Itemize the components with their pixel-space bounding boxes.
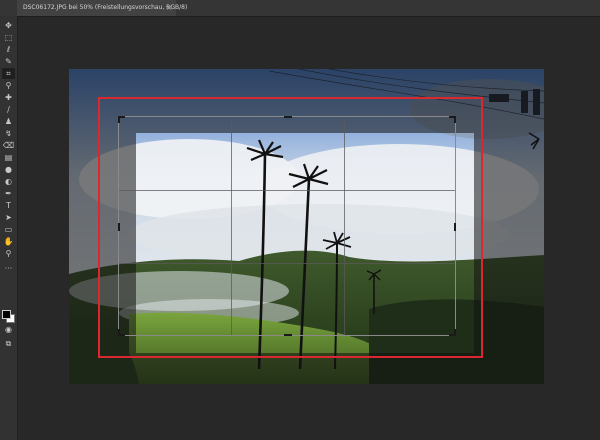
lasso-tool-icon[interactable]: ℓ (2, 44, 15, 55)
foreground-color-swatch[interactable] (2, 310, 11, 319)
gradient-tool-icon[interactable]: ▤ (2, 152, 15, 163)
quick-mask-icon[interactable]: ◉ (2, 324, 15, 335)
document-tab-bar: DSC06172.JPG bei 50% (Freistellungsvorsc… (0, 0, 600, 17)
eraser-tool-icon[interactable]: ⌫ (2, 140, 15, 151)
path-selection-tool-icon[interactable]: ➤ (2, 212, 15, 223)
dodge-tool-icon[interactable]: ◐ (2, 176, 15, 187)
screen-mode-icon[interactable]: ⧉ (2, 338, 15, 349)
hand-tool-icon[interactable]: ✋ (2, 236, 15, 247)
rectangular-marquee-tool-icon[interactable]: ⬚ (2, 32, 15, 43)
document-tab[interactable]: DSC06172.JPG bei 50% (Freistellungsvorsc… (17, 0, 187, 16)
blur-tool-icon[interactable]: ● (2, 164, 15, 175)
red-highlight-frame (98, 97, 483, 358)
eyedropper-tool-icon[interactable]: ⚲ (2, 80, 15, 91)
edit-toolbar-icon[interactable]: ··· (2, 263, 15, 274)
type-tool-icon[interactable]: T (2, 200, 15, 211)
document-tab-title: DSC06172.JPG bei 50% (Freistellungsvorsc… (23, 4, 188, 11)
rectangle-tool-icon[interactable]: ▭ (2, 224, 15, 235)
pen-tool-icon[interactable]: ✒ (2, 188, 15, 199)
move-tool-icon[interactable]: ✥ (2, 20, 15, 31)
crop-tool-icon[interactable]: ⌗ (2, 68, 15, 79)
crop-shield-right (474, 133, 544, 353)
clone-stamp-tool-icon[interactable]: ♟ (2, 116, 15, 127)
zoom-tool-icon[interactable]: ⚲ (2, 248, 15, 259)
brush-tool-icon[interactable]: ∕ (2, 104, 15, 115)
photoshop-window: DSC06172.JPG bei 50% (Freistellungsvorsc… (0, 0, 600, 440)
history-brush-icon[interactable]: ↯ (2, 128, 15, 139)
spot-healing-brush-icon[interactable]: ✚ (2, 92, 15, 103)
tools-panel: ✥ ⬚ ℓ ✎ ⌗ ⚲ ✚ ∕ ♟ ↯ ⌫ ▤ ● ◐ ✒ T ➤ ▭ ✋ ⚲ ··· ◉ ⧉ (0, 16, 18, 440)
quick-selection-tool-icon[interactable]: ✎ (2, 56, 15, 67)
close-tab-icon[interactable]: × (166, 0, 172, 16)
